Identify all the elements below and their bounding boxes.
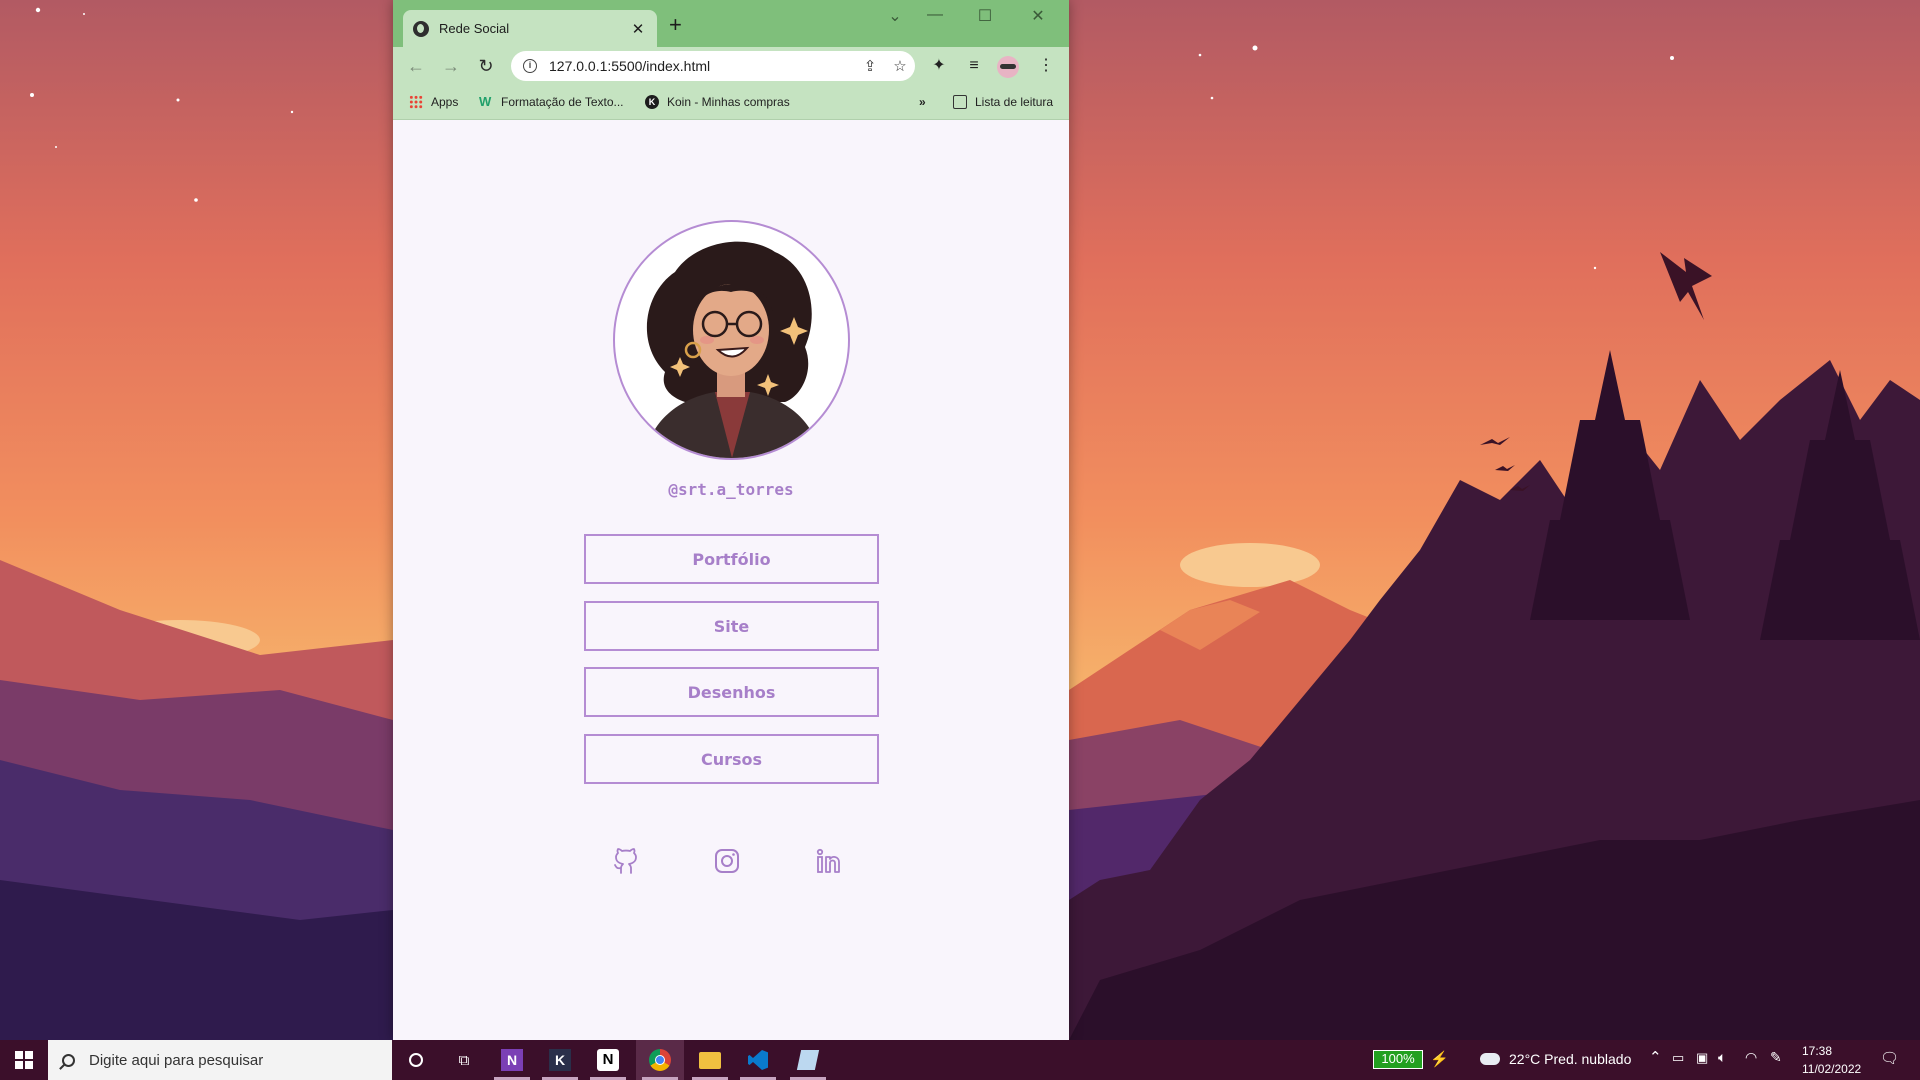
page-content: @srt.a_torres Portfólio Site Desenhos Cu… bbox=[393, 121, 1069, 1040]
task-view-button[interactable]: ⧉ bbox=[440, 1040, 488, 1080]
bookmark-label: Koin - Minhas compras bbox=[667, 95, 790, 109]
apps-grid-icon bbox=[409, 95, 423, 109]
tab-search-chevron-icon[interactable]: ⌄ bbox=[875, 6, 915, 26]
search-placeholder: Digite aqui para pesquisar bbox=[89, 1051, 264, 1069]
profile-handle: @srt.a_torres bbox=[668, 480, 794, 499]
vscode-icon bbox=[748, 1050, 768, 1070]
cloud-weather-icon bbox=[1480, 1053, 1500, 1065]
reading-list-icon bbox=[953, 95, 967, 109]
notion-app[interactable]: N bbox=[584, 1040, 632, 1080]
pen-ink-icon[interactable]: ✎ bbox=[1770, 1049, 1782, 1066]
onenote-icon: N bbox=[501, 1049, 523, 1071]
notification-center-icon[interactable]: 🗨︎ bbox=[1880, 1049, 1899, 1067]
browser-window: Rede Social ✕ + ⌄ — ☐ ✕ ← → ↻ i 127.0.0.… bbox=[393, 0, 1069, 1040]
chrome-app[interactable] bbox=[636, 1040, 684, 1080]
back-button[interactable]: ← bbox=[404, 56, 428, 76]
globe-icon bbox=[413, 20, 429, 37]
bookmark-label: Apps bbox=[431, 95, 459, 109]
browser-toolbar: ← → ↻ i 127.0.0.1:5500/index.html ⇪ ☆ ✦ … bbox=[393, 47, 1069, 86]
folder-icon bbox=[699, 1051, 721, 1069]
github-icon[interactable] bbox=[611, 846, 641, 876]
k-icon: K bbox=[645, 95, 659, 109]
cortana-button[interactable] bbox=[392, 1040, 440, 1080]
reload-button[interactable]: ↻ bbox=[474, 56, 498, 76]
bookmark-formatacao[interactable]: W Formatação de Texto... bbox=[479, 94, 624, 110]
search-icon bbox=[62, 1053, 75, 1067]
site-info-icon[interactable]: i bbox=[523, 59, 537, 73]
clock-date[interactable]: 11/02/2022 bbox=[1802, 1062, 1861, 1076]
share-icon[interactable]: ⇪ bbox=[855, 57, 885, 75]
bookmarks-bar: Apps W Formatação de Texto... K Koin - M… bbox=[393, 86, 1069, 120]
new-tab-button[interactable]: + bbox=[669, 14, 682, 36]
volume-icon[interactable]: 🔈︎ bbox=[1718, 1049, 1726, 1066]
browser-titlebar: Rede Social ✕ + ⌄ — ☐ ✕ bbox=[393, 0, 1069, 47]
bookmark-apps[interactable]: Apps bbox=[409, 95, 458, 109]
linkedin-icon[interactable] bbox=[813, 846, 843, 876]
tab-close-icon[interactable]: ✕ bbox=[629, 20, 647, 38]
file-explorer-app[interactable] bbox=[686, 1040, 734, 1080]
portfolio-button[interactable]: Portfólio bbox=[584, 534, 879, 584]
krita-icon: K bbox=[549, 1049, 571, 1071]
maximize-button[interactable]: ☐ bbox=[965, 6, 1005, 26]
notion-icon: N bbox=[597, 1049, 619, 1071]
profile-picture bbox=[613, 220, 850, 460]
tab-rede-social[interactable]: Rede Social ✕ bbox=[403, 10, 657, 47]
battery-tray-icon[interactable]: ▭ bbox=[1672, 1050, 1684, 1066]
bookmark-koin[interactable]: K Koin - Minhas compras bbox=[645, 95, 790, 109]
power-plug-icon: ⚡ bbox=[1430, 1051, 1449, 1068]
instagram-icon[interactable] bbox=[712, 846, 742, 876]
krita-app[interactable]: K bbox=[536, 1040, 584, 1080]
notes-icon bbox=[796, 1050, 820, 1070]
wifi-icon[interactable]: ◠ bbox=[1745, 1049, 1757, 1066]
profile-avatar[interactable] bbox=[997, 56, 1019, 78]
taskbar: Digite aqui para pesquisar ⧉ N K N 100% … bbox=[0, 1040, 1920, 1080]
reading-list-label: Lista de leitura bbox=[975, 95, 1054, 109]
menu-kebab-icon[interactable]: ⋮ bbox=[1034, 56, 1058, 76]
clock-time[interactable]: 17:38 bbox=[1802, 1044, 1832, 1058]
onenote-app[interactable]: N bbox=[488, 1040, 536, 1080]
cortana-circle-icon bbox=[409, 1053, 423, 1067]
address-bar[interactable]: i 127.0.0.1:5500/index.html ⇪ ☆ bbox=[511, 51, 915, 81]
chrome-icon bbox=[649, 1049, 671, 1071]
notes-app[interactable] bbox=[784, 1040, 832, 1080]
close-window-button[interactable]: ✕ bbox=[1018, 6, 1058, 26]
minimize-button[interactable]: — bbox=[915, 6, 955, 24]
url-text[interactable]: 127.0.0.1:5500/index.html bbox=[549, 58, 855, 74]
vscode-app[interactable] bbox=[734, 1040, 782, 1080]
tab-title: Rede Social bbox=[439, 21, 510, 36]
extensions-puzzle-icon[interactable]: ✦ bbox=[927, 56, 951, 76]
bookmark-label: Formatação de Texto... bbox=[501, 95, 624, 109]
start-button[interactable] bbox=[0, 1040, 48, 1080]
battery-indicator[interactable]: 100% bbox=[1373, 1050, 1423, 1069]
desenhos-button[interactable]: Desenhos bbox=[584, 667, 879, 717]
windows-logo-icon bbox=[15, 1051, 33, 1069]
media-queue-icon[interactable]: ≡ bbox=[962, 56, 986, 76]
task-view-icon: ⧉ bbox=[458, 1051, 470, 1069]
cursos-button[interactable]: Cursos bbox=[584, 734, 879, 784]
forward-button[interactable]: → bbox=[439, 56, 463, 76]
camera-tray-icon[interactable]: ▣ bbox=[1696, 1050, 1708, 1066]
site-button[interactable]: Site bbox=[584, 601, 879, 651]
reading-list[interactable]: Lista de leitura bbox=[953, 95, 1053, 109]
w-icon: W bbox=[479, 94, 492, 109]
more-bookmarks-chevron-icon[interactable]: » bbox=[919, 95, 926, 109]
weather-text[interactable]: 22°C Pred. nublado bbox=[1509, 1051, 1631, 1067]
show-hidden-icons-chevron-icon[interactable]: ⌃ bbox=[1649, 1048, 1662, 1066]
bookmark-star-icon[interactable]: ☆ bbox=[885, 57, 915, 75]
taskbar-search-input[interactable]: Digite aqui para pesquisar bbox=[48, 1040, 392, 1080]
